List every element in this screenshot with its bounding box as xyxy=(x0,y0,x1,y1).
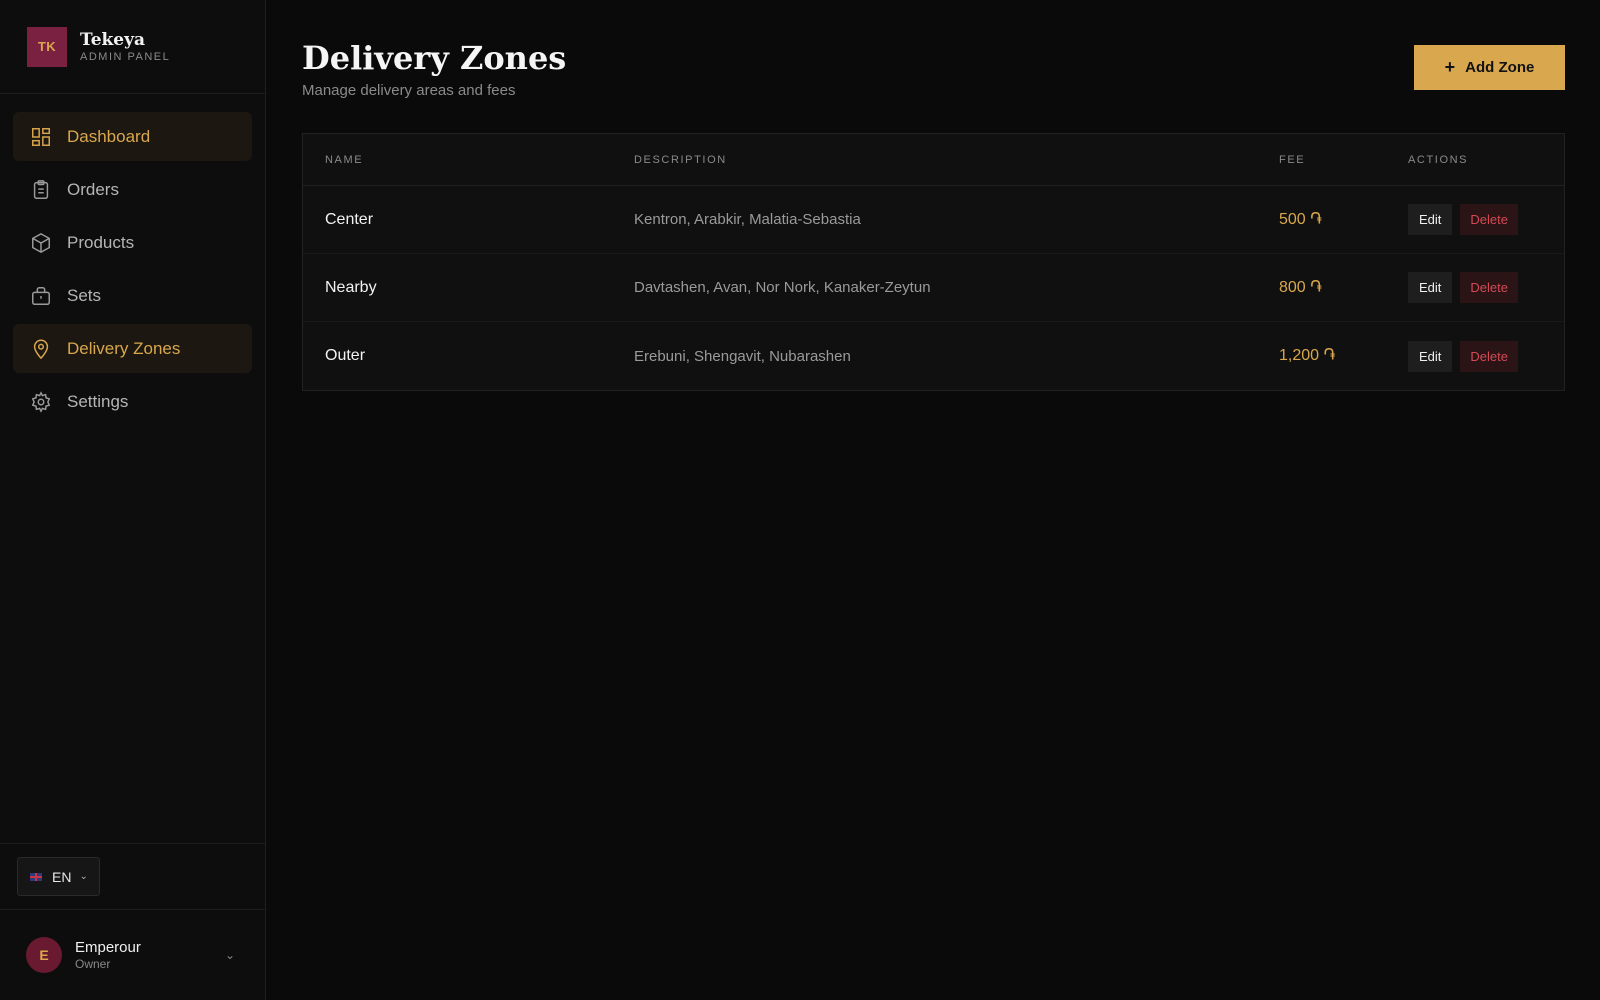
brand-logo: TK xyxy=(27,26,67,67)
chevron-down-icon: ⌄ xyxy=(79,871,88,882)
column-header-fee: FEE xyxy=(1279,153,1306,166)
table-row: Center Kentron, Arabkir, Malatia-Sebasti… xyxy=(303,186,1564,254)
zone-description: Davtashen, Avan, Nor Nork, Kanaker-Zeytu… xyxy=(634,279,931,296)
zone-description: Erebuni, Shengavit, Nubarashen xyxy=(634,347,851,365)
sidebar-item-label: Orders xyxy=(67,179,119,199)
chevron-down-icon[interactable]: ⌄ xyxy=(225,948,235,962)
zone-name: Center xyxy=(325,210,374,228)
sidebar-item-label: Products xyxy=(67,232,135,252)
sidebar-item-label: Settings xyxy=(67,391,129,411)
sidebar-item-orders[interactable]: Orders xyxy=(13,165,252,214)
sidebar-item-label: Dashboard xyxy=(67,126,151,146)
gear-icon xyxy=(30,390,52,413)
page-subtitle: Manage delivery areas and fees xyxy=(302,82,516,99)
delete-button[interactable]: Delete xyxy=(1460,272,1518,303)
sidebar-item-delivery-zones[interactable]: Delivery Zones xyxy=(13,324,252,373)
add-zone-label: Add Zone xyxy=(1465,59,1535,76)
brand-header: TK Tekeya ADMIN PANEL xyxy=(0,0,265,94)
zone-name: Outer xyxy=(325,347,366,364)
brand-subtitle: ADMIN PANEL xyxy=(80,50,171,63)
zones-table: NAME DESCRIPTION FEE ACTIONS Center Kent… xyxy=(302,133,1565,391)
user-menu[interactable]: E Emperour Owner ⌄ xyxy=(0,910,265,1000)
edit-button[interactable]: Edit xyxy=(1408,340,1453,372)
box-icon xyxy=(30,232,52,254)
brand-name: Tekeya xyxy=(80,29,146,50)
zone-fee: 1,200 ֏ xyxy=(1279,347,1336,364)
delete-button[interactable]: Delete xyxy=(1460,340,1518,372)
grid-icon xyxy=(30,126,52,148)
add-zone-button[interactable]: + Add Zone xyxy=(1414,45,1565,90)
sidebar-footer: EN ⌄ E Emperour Owner ⌄ xyxy=(0,843,265,1000)
sidebar-nav: Dashboard Orders Products Sets Delivery … xyxy=(0,94,265,426)
page-title: Delivery Zones xyxy=(302,39,567,77)
sidebar-item-label: Sets xyxy=(67,285,102,305)
zone-name: Nearby xyxy=(325,278,377,296)
sidebar-item-label: Delivery Zones xyxy=(67,338,181,358)
language-selector[interactable]: EN ⌄ xyxy=(17,857,100,896)
zone-fee: 500 ֏ xyxy=(1279,210,1322,228)
main-content: Delivery Zones Manage delivery areas and… xyxy=(266,0,1600,1000)
column-header-name: NAME xyxy=(325,153,364,166)
language-label: EN xyxy=(52,868,72,885)
delete-button[interactable]: Delete xyxy=(1460,204,1518,235)
table-row: Outer Erebuni, Shengavit, Nubarashen 1,2… xyxy=(303,322,1564,390)
sidebar-item-products[interactable]: Products xyxy=(13,218,252,267)
plus-icon: + xyxy=(1444,57,1456,77)
app-root: TK Tekeya ADMIN PANEL Dashboard Orders P… xyxy=(0,0,1600,1000)
zone-fee: 800 ֏ xyxy=(1279,278,1322,296)
sidebar-item-dashboard[interactable]: Dashboard xyxy=(13,112,252,161)
briefcase-icon xyxy=(30,285,52,307)
sidebar-item-sets[interactable]: Sets xyxy=(13,271,252,320)
map-pin-icon xyxy=(30,338,52,360)
table-row: Nearby Davtashen, Avan, Nor Nork, Kanake… xyxy=(303,254,1564,322)
column-header-description: DESCRIPTION xyxy=(634,153,727,166)
uk-flag-icon xyxy=(30,872,42,881)
edit-button[interactable]: Edit xyxy=(1408,272,1453,303)
column-header-actions: ACTIONS xyxy=(1408,153,1469,166)
clipboard-icon xyxy=(30,179,52,201)
sidebar-item-settings[interactable]: Settings xyxy=(13,377,252,426)
avatar: E xyxy=(26,937,62,973)
user-role: Owner xyxy=(75,956,111,971)
user-name: Emperour xyxy=(75,938,141,956)
page-header: Delivery Zones Manage delivery areas and… xyxy=(302,38,1565,99)
edit-button[interactable]: Edit xyxy=(1408,204,1453,235)
sidebar: TK Tekeya ADMIN PANEL Dashboard Orders P… xyxy=(0,0,266,1000)
zone-description: Kentron, Arabkir, Malatia-Sebastia xyxy=(634,211,861,228)
table-header: NAME DESCRIPTION FEE ACTIONS xyxy=(303,134,1564,186)
